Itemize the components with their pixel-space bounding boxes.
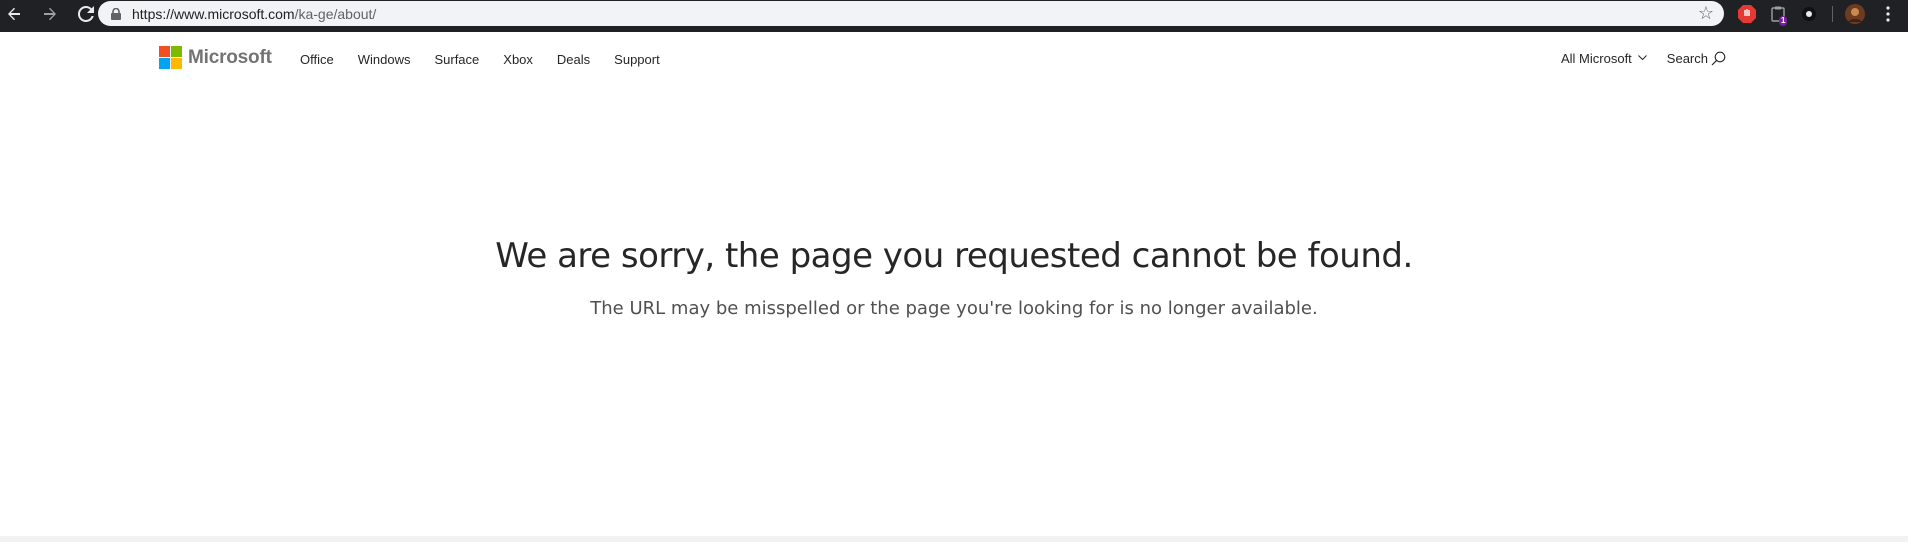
nav-deals[interactable]: Deals <box>557 52 590 67</box>
browser-toolbar: https://www.microsoft.com/ka-ge/about/ ☆… <box>0 0 1908 28</box>
error-message: We are sorry, the page you requested can… <box>0 236 1908 319</box>
toolbar-separator <box>1832 6 1833 22</box>
arrow-right-icon <box>44 7 56 21</box>
footer-edge <box>0 536 1908 542</box>
forward-button[interactable] <box>36 0 64 28</box>
arrow-left-icon <box>8 7 20 21</box>
profile-avatar[interactable] <box>1844 3 1866 25</box>
microsoft-logo-icon <box>159 46 182 69</box>
error-subtitle: The URL may be misspelled or the page yo… <box>590 298 1318 319</box>
site-header: Microsoft Office Windows Surface Xbox De… <box>0 32 1908 86</box>
record-extension-icon[interactable] <box>1798 3 1820 25</box>
address-bar[interactable]: https://www.microsoft.com/ka-ge/about/ ☆ <box>98 1 1724 26</box>
main-nav: Office Windows Surface Xbox Deals Suppor… <box>300 52 684 67</box>
reload-icon <box>78 6 94 22</box>
search-icon <box>1711 51 1726 66</box>
all-microsoft-button[interactable]: All Microsoft <box>1561 51 1647 66</box>
header-right-nav: All Microsoft Search <box>1561 51 1726 66</box>
nav-office[interactable]: Office <box>300 52 334 67</box>
extension-badge: 1 <box>1779 16 1788 26</box>
adblock-extension-icon[interactable] <box>1736 3 1758 25</box>
search-button[interactable]: Search <box>1667 51 1726 66</box>
search-label: Search <box>1666 51 1708 66</box>
bookmark-star-icon[interactable]: ☆ <box>1698 4 1714 22</box>
extensions-area: 1 <box>1734 0 1908 28</box>
url-path: /ka-ge/about/ <box>294 5 377 22</box>
brand-name: Microsoft <box>188 46 272 68</box>
lock-icon <box>108 6 124 22</box>
all-microsoft-label: All Microsoft <box>1561 51 1632 66</box>
kebab-menu-icon[interactable] <box>1877 3 1899 25</box>
url-host: https://www.microsoft.com <box>132 5 295 22</box>
clipboard-extension-icon[interactable]: 1 <box>1767 3 1789 26</box>
nav-surface[interactable]: Surface <box>434 52 479 67</box>
nav-windows[interactable]: Windows <box>358 52 411 67</box>
url-text: https://www.microsoft.com/ka-ge/about/ <box>132 6 376 22</box>
microsoft-logo[interactable]: Microsoft <box>159 46 272 69</box>
reload-button[interactable] <box>72 0 100 28</box>
back-button[interactable] <box>0 0 28 28</box>
error-title: We are sorry, the page you requested can… <box>495 236 1413 276</box>
nav-support[interactable]: Support <box>614 52 660 67</box>
chevron-down-icon <box>1637 53 1647 64</box>
nav-xbox[interactable]: Xbox <box>503 52 533 67</box>
